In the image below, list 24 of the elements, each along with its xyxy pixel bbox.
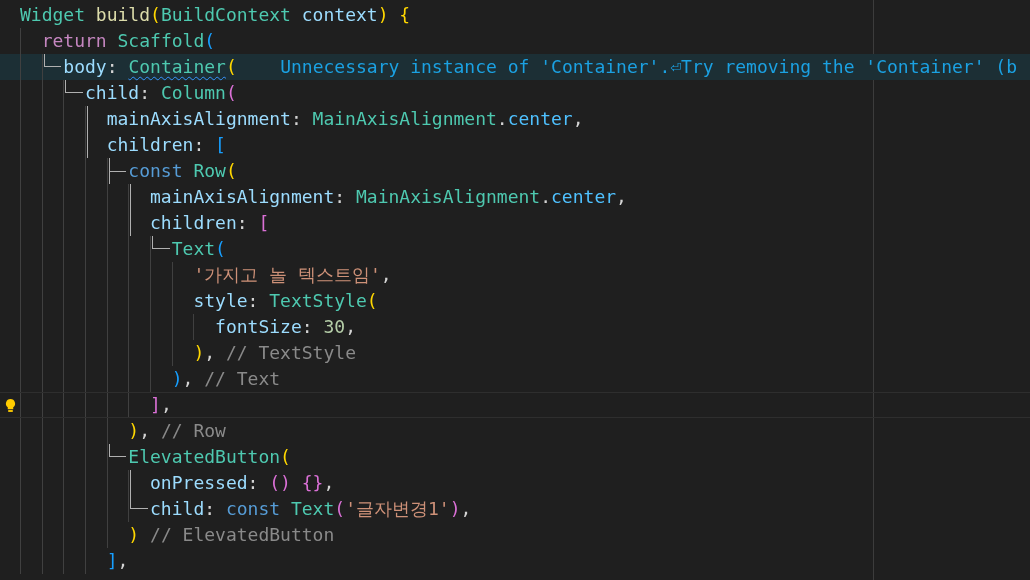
code-line: ), // Text — [171, 367, 281, 391]
code-line: child: const Text('글자변경1'), — [150, 497, 472, 521]
code-line: onPressed: () {}, — [150, 471, 335, 495]
code-line: Text( — [171, 237, 226, 261]
lightbulb-icon[interactable] — [4, 397, 16, 413]
code-line: '가지고 놀 텍스트임', — [193, 263, 392, 287]
code-line: ElevatedButton( — [128, 445, 291, 469]
code-line: ) // ElevatedButton — [128, 523, 335, 547]
code-line: body: Container( — [63, 55, 237, 79]
code-line: children: [ — [150, 211, 270, 235]
code-line: Widget build(BuildContext context) { — [20, 3, 411, 27]
code-line: ), // TextStyle — [193, 341, 356, 365]
code-line: ], — [106, 549, 129, 573]
code-line: mainAxisAlignment: MainAxisAlignment.center, — [150, 185, 627, 209]
code-line: return Scaffold( — [41, 29, 216, 53]
code-line: const Row( — [128, 159, 237, 183]
code-line: style: TextStyle( — [193, 289, 378, 313]
code-line: mainAxisAlignment: MainAxisAlignment.center, — [106, 107, 584, 131]
code-line: children: [ — [106, 133, 226, 157]
code-line: fontSize: 30, — [215, 315, 356, 339]
inline-hint: Unnecessary instance of 'Container'.⏎Try removing the 'Container' (b — [280, 55, 1018, 79]
code-line: ], — [150, 393, 172, 417]
code-line: child: Column( — [85, 81, 237, 105]
code-line: ), // Row — [128, 419, 226, 443]
